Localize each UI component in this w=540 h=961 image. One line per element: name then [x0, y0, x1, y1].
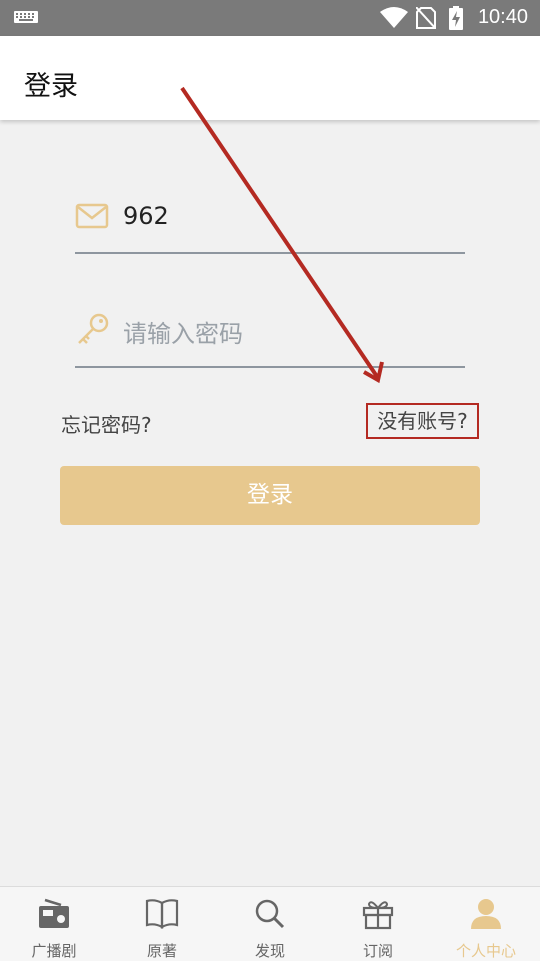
bottom-tab-bar: 广播剧 原著 发现 订阅 个人中心 [0, 886, 540, 961]
book-icon [145, 899, 179, 929]
tab-label: 原著 [146, 942, 177, 960]
tab-radio-drama[interactable]: 广播剧 [0, 887, 108, 961]
tab-label: 发现 [254, 942, 285, 960]
gift-icon [362, 901, 394, 930]
key-icon [78, 313, 109, 344]
password-input-placeholder[interactable]: 请输入密码 [123, 314, 243, 349]
battery-charging-icon [449, 6, 463, 30]
tab-label: 个人中心 [455, 942, 516, 960]
tab-label: 广播剧 [31, 942, 77, 960]
email-input-value[interactable]: 962 [123, 202, 169, 230]
tab-original-book[interactable]: 原著 [108, 887, 216, 961]
mail-icon [75, 203, 109, 229]
email-field[interactable]: 962 [75, 190, 465, 254]
user-icon [471, 899, 501, 929]
status-bar: 10:40 [0, 0, 540, 36]
tab-label: 订阅 [362, 942, 393, 960]
no-account-link[interactable]: 没有账号? [366, 403, 479, 439]
tab-profile[interactable]: 个人中心 [432, 887, 540, 961]
tab-subscribe[interactable]: 订阅 [324, 887, 432, 961]
forgot-password-link[interactable]: 忘记密码? [61, 409, 152, 438]
no-sim-icon [416, 7, 436, 29]
radio-icon [39, 898, 69, 928]
wifi-icon [380, 7, 408, 28]
login-button[interactable]: 登录 [60, 466, 480, 525]
search-icon [255, 899, 285, 929]
keyboard-icon [14, 11, 38, 23]
password-field[interactable]: 请输入密码 [75, 302, 465, 368]
status-time: 10:40 [477, 6, 528, 28]
tab-discover[interactable]: 发现 [216, 887, 324, 961]
app-header: 登录 [0, 36, 540, 120]
page-title: 登录 [24, 71, 78, 102]
